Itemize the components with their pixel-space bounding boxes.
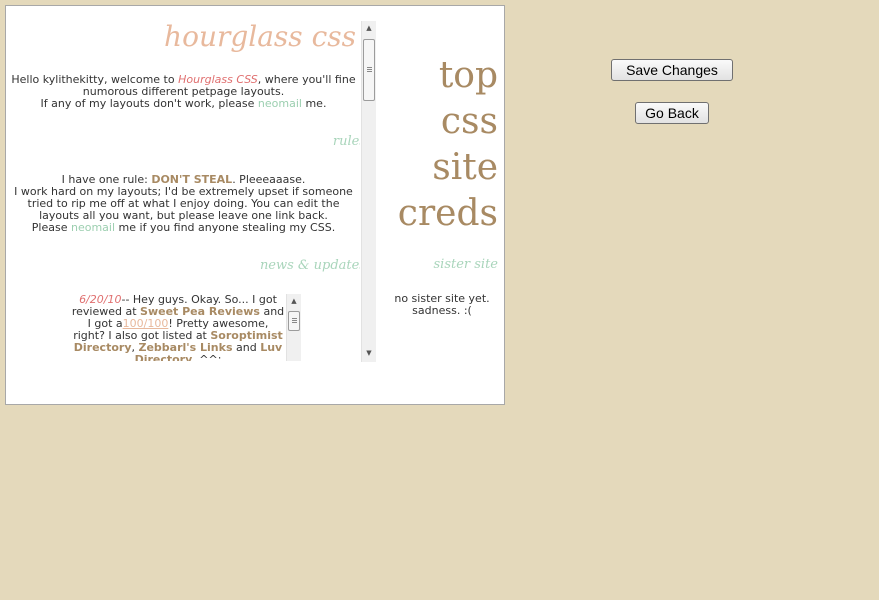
rules-text-d: me if you find anyone stealing my CSS. bbox=[115, 221, 336, 234]
intro-text-c: If any of my layouts don't work, please bbox=[40, 97, 258, 110]
page-title: hourglass css bbox=[164, 20, 356, 53]
neomail-link-2[interactable]: neomail bbox=[71, 221, 115, 234]
side-word-top: top bbox=[438, 55, 498, 96]
neomail-link[interactable]: neomail bbox=[258, 97, 302, 110]
side-word-css: css bbox=[440, 101, 498, 142]
news-scroll-thumb[interactable] bbox=[288, 311, 300, 331]
news-text-5: and bbox=[232, 341, 261, 354]
news-box[interactable]: 6/20/10-- Hey guys. Okay. So... I got re… bbox=[71, 294, 301, 361]
main-scrollbar[interactable]: ▲ ▼ bbox=[361, 21, 376, 362]
main-scroll-thumb[interactable] bbox=[363, 39, 375, 101]
main-content[interactable]: hourglass css Hello kylithekitty, welcom… bbox=[7, 20, 360, 361]
sidebar: top css site creds sister site no sister… bbox=[376, 6, 498, 404]
news-heading: news & updates bbox=[259, 258, 360, 273]
intro-line-1: Hello kylithekitty, welcome to Hourglass… bbox=[7, 74, 360, 98]
intro-text-d: me. bbox=[301, 97, 327, 110]
petpage-preview: hourglass css Hello kylithekitty, welcom… bbox=[5, 5, 505, 405]
intro-text: Hello kylithekitty, welcome to Hourglass… bbox=[7, 74, 360, 110]
news-content: 6/20/10-- Hey guys. Okay. So... I got re… bbox=[71, 294, 285, 361]
rules-text: I have one rule: DON'T STEAL. Pleeeaaase… bbox=[7, 174, 360, 234]
rules-p2: I work hard on my layouts; I'd be extrem… bbox=[14, 185, 353, 222]
rules-p3: Please neomail me if you find anyone ste… bbox=[7, 222, 360, 234]
go-back-button[interactable]: Go Back bbox=[635, 102, 709, 124]
side-word-site: site bbox=[432, 147, 498, 188]
scroll-up-icon[interactable]: ▲ bbox=[362, 21, 376, 35]
side-word-creds: creds bbox=[397, 193, 498, 234]
rules-heading: rules bbox=[332, 134, 360, 149]
sister-site-text: no sister site yet. sadness. :( bbox=[394, 292, 490, 317]
scroll-down-icon[interactable]: ▼ bbox=[362, 346, 376, 360]
scroll-up-icon[interactable]: ▲ bbox=[287, 294, 301, 308]
save-changes-button[interactable]: Save Changes bbox=[611, 59, 733, 81]
news-scrollbar[interactable]: ▲ bbox=[286, 294, 301, 361]
intro-line-2: If any of my layouts don't work, please … bbox=[7, 98, 360, 110]
sister-site-heading: sister site bbox=[433, 257, 498, 272]
news-text-6: . ^^; bbox=[192, 353, 222, 362]
rules-text-c: Please bbox=[31, 221, 71, 234]
